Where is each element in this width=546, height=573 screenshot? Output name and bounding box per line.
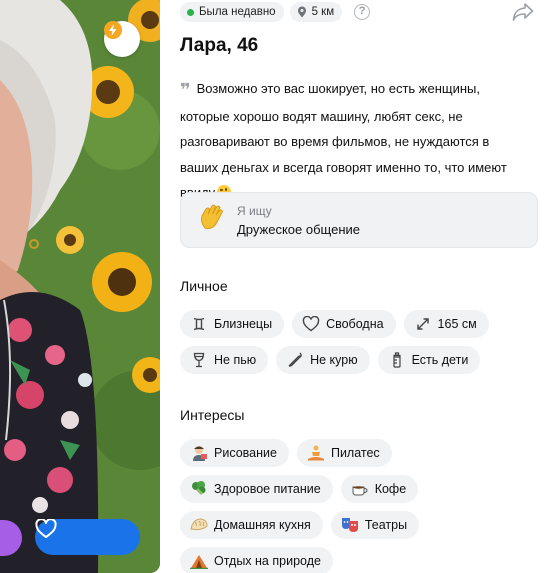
interest-theater: Театры [330, 511, 420, 539]
dumpling-icon [190, 516, 208, 534]
wine-glass-icon [190, 351, 208, 369]
photo-image [0, 0, 160, 573]
interest-pilates: Пилатес [296, 439, 392, 467]
chip-drinking: Не пью [180, 346, 269, 374]
online-status-badge: Была недавно [180, 2, 284, 22]
profile-photo[interactable] [0, 0, 160, 573]
camping-icon [190, 552, 208, 570]
chip-zodiac: Близнецы [180, 310, 285, 338]
personal-section-title: Личное [180, 278, 228, 294]
interest-healthy-food: Здоровое питание [180, 475, 333, 503]
interest-home-cooking: Домашняя кухня [180, 511, 323, 539]
theater-masks-icon [341, 516, 359, 534]
broccoli-icon [190, 480, 208, 498]
status-row: Была недавно 5 км ? [180, 2, 371, 22]
chip-smoking: Не курю [276, 346, 370, 374]
waving-hand-icon [193, 202, 231, 239]
like-button[interactable] [35, 519, 140, 555]
cigarette-icon [286, 351, 304, 369]
share-icon[interactable] [512, 2, 534, 22]
baby-bottle-icon [388, 351, 406, 369]
online-dot-icon [187, 8, 194, 16]
interest-drawing: Рисование [180, 439, 289, 467]
artist-icon [190, 444, 208, 462]
gemini-icon [190, 315, 208, 333]
location-pin-icon [297, 6, 306, 18]
about-text: Возможно это вас шокирует, но есть женщи… [180, 81, 507, 200]
interest-outdoors: Отдых на природе [180, 547, 333, 573]
interests-section-title: Интересы [180, 407, 245, 423]
distance-badge: 5 км [289, 2, 343, 22]
boost-button[interactable] [104, 21, 140, 57]
chip-height: 165 см [403, 310, 489, 338]
interests-chips: Рисование Пилатес Здоровое питание Кофе … [180, 439, 546, 573]
height-arrows-icon [414, 315, 432, 333]
coffee-icon [351, 480, 369, 498]
seeking-label: Я ищу [237, 203, 272, 218]
chip-relationship: Свободна [292, 310, 396, 338]
heart-icon [35, 519, 57, 538]
personal-chips: Близнецы Свободна 165 см Не пью Не курю … [180, 310, 546, 374]
lotus-position-icon [307, 444, 325, 462]
quote-icon: ❞ [180, 80, 191, 100]
chip-children: Есть дети [377, 346, 481, 374]
interest-coffee: Кофе [340, 475, 419, 503]
heart-outline-icon [302, 315, 320, 333]
profile-about: ❞ Возможно это вас шокирует, но есть женщ… [180, 76, 530, 206]
online-status-text: Была недавно [199, 6, 276, 18]
help-icon[interactable]: ? [354, 4, 371, 20]
profile-name-age: Лара, 46 [180, 35, 259, 56]
lightning-icon [104, 21, 122, 39]
distance-text: 5 км [311, 6, 335, 18]
seeking-value: Дружеское общение [237, 221, 360, 237]
seeking-card: Я ищу Дружеское общение [180, 192, 538, 248]
